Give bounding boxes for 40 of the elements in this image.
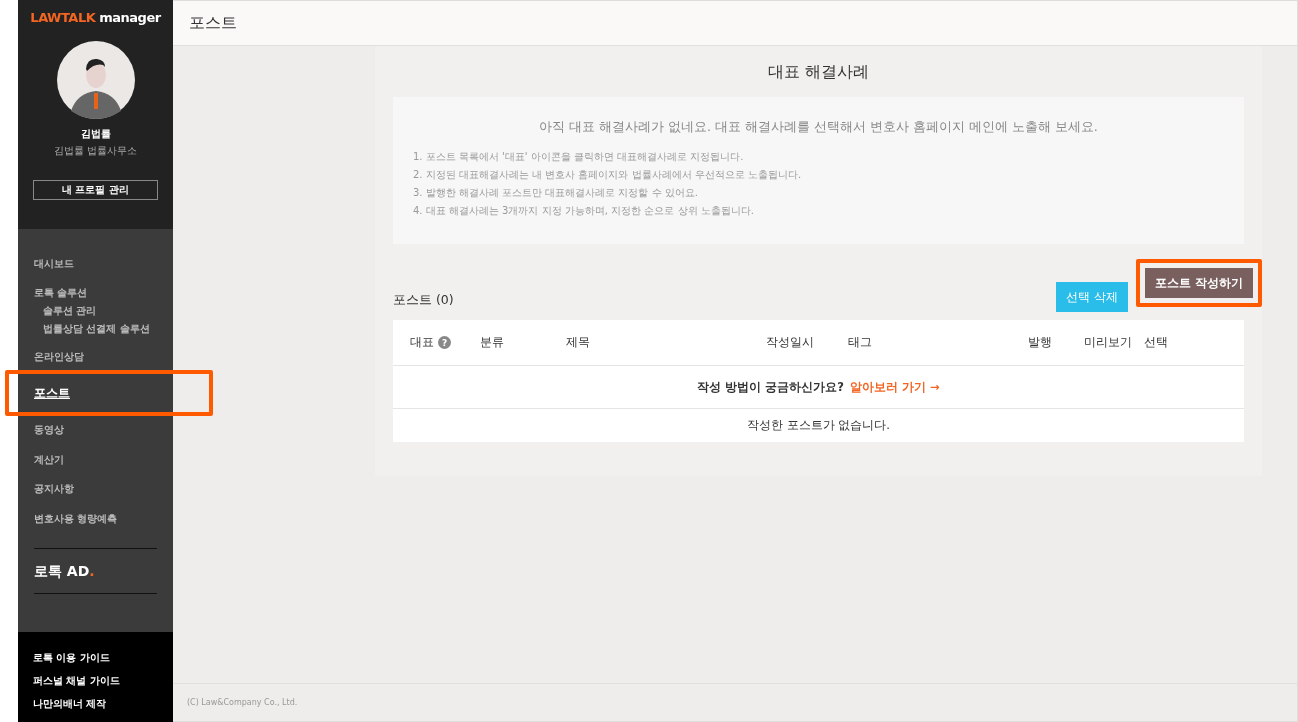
column-header: 제목 <box>566 335 590 350</box>
column-header: 미리보기 <box>1084 335 1132 350</box>
sidebar-item[interactable]: 계산기 <box>34 445 64 475</box>
copyright-text: (C) Law&Company Co., Ltd. <box>187 698 298 707</box>
sidebar-subitem[interactable]: 솔루션 관리 <box>34 302 173 320</box>
page-title: 포스트 <box>189 12 237 34</box>
office-name: 김법률 법률사무소 <box>53 144 138 158</box>
profile-button[interactable]: 내 프로필 관리 <box>33 180 158 200</box>
empty-message: 아직 대표 해결사례가 없네요. 대표 해결사례를 선택해서 변호사 홈페이지 메인에 노출해 보세요. <box>539 119 1098 136</box>
column-header: 선택 <box>1144 335 1168 350</box>
help-icon[interactable]: ? <box>438 336 451 349</box>
avatar-icon <box>56 41 135 119</box>
write-post-button[interactable]: 포스트 작성하기 <box>1144 268 1253 298</box>
sidebar-item[interactable]: 대시보드 <box>34 249 74 279</box>
guide-text: 작성 방법이 궁금하신가요? <box>697 379 844 395</box>
section-title: 대표 해결사례 <box>767 62 870 83</box>
sidebar-item[interactable]: 포스트 <box>34 378 70 409</box>
sidebar-item[interactable]: 공지사항 <box>34 474 74 504</box>
guide-link[interactable]: 알아보러 가기 → <box>850 379 940 395</box>
sidebar-item[interactable]: 온라인상담 <box>34 342 84 372</box>
empty-text: 작성한 포스트가 없습니다. <box>747 418 890 433</box>
logo: LAWTALK manager <box>30 10 161 25</box>
sidebar-item[interactable]: 변호사용 형량예측 <box>34 504 118 534</box>
column-header: 태그 <box>848 335 872 350</box>
column-header: 대표 <box>410 335 434 350</box>
profile-name: 김법률 <box>80 127 111 141</box>
sidebar-subitem[interactable]: 법률상담 선결제 솔루션 <box>34 320 173 338</box>
note-text: 2. 지정된 대표해결사례는 내 변호사 홈페이지와 법률사례에서 우선적으로 노출됩니다. <box>413 168 803 182</box>
guide-link[interactable]: 나만의배너 제작 <box>33 696 173 712</box>
note-text: 1. 포스트 목록에서 '대표' 아이콘을 클릭하면 대표해결사례로 지정됩니다. <box>413 150 745 164</box>
sidebar-item[interactable]: 동영상 <box>34 415 64 445</box>
column-header: 작성일시 <box>766 335 814 350</box>
guide-link[interactable]: 로톡 이용 가이드 <box>33 650 173 666</box>
ad-menu-item[interactable]: 로톡 AD. <box>18 548 173 593</box>
posts-count-title: 포스트 (0) <box>393 290 455 309</box>
note-text: 4. 대표 해결사례는 3개까지 지정 가능하며, 지정한 순으로 상위 노출됩니다. <box>413 204 755 218</box>
column-header: 발행 <box>1028 335 1052 350</box>
note-text: 3. 발행한 해결사례 포스트만 대표해결사례로 지정할 수 있어요. <box>413 186 699 200</box>
guide-link[interactable]: 퍼스널 채널 가이드 <box>33 673 173 689</box>
column-header: 분류 <box>480 335 504 350</box>
